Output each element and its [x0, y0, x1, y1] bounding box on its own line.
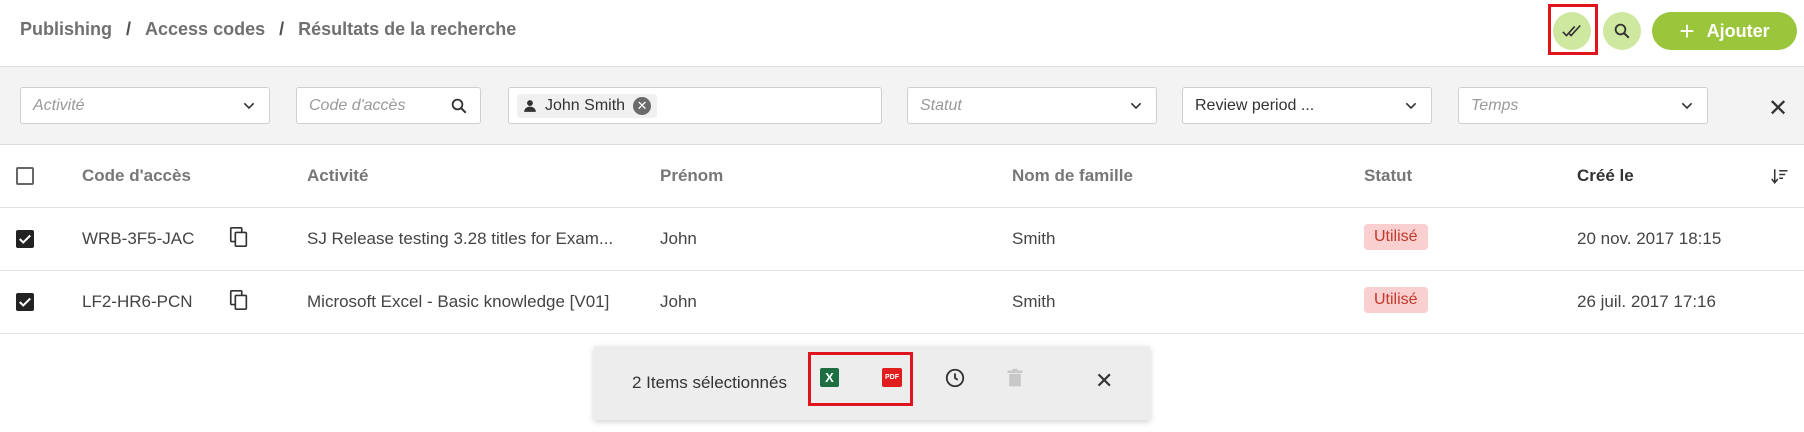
copy-icon[interactable]	[228, 226, 250, 248]
cell-created: 20 nov. 2017 18:15	[1577, 229, 1722, 248]
code-filter-placeholder: Code d'accès	[309, 96, 406, 114]
cell-first-name: John	[660, 229, 697, 248]
chevron-down-icon	[1130, 102, 1142, 109]
person-icon	[524, 99, 536, 112]
close-filters-icon[interactable]: ✕	[1768, 94, 1788, 123]
breadcrumb-separator: /	[126, 19, 132, 39]
chevron-down-icon	[1405, 102, 1417, 109]
highlight-box	[1548, 4, 1598, 55]
table-row[interactable]: WRB-3F5-JAC SJ Release testing 3.28 titl…	[0, 208, 1804, 271]
check-icon	[19, 297, 31, 307]
review-period-filter[interactable]: Review period ...	[1182, 87, 1432, 124]
add-button[interactable]: + Ajouter	[1652, 12, 1797, 50]
code-filter[interactable]: Code d'accès	[296, 87, 481, 124]
selection-action-bar: 2 Items sélectionnés X PDF ✕	[594, 346, 1150, 420]
check-icon	[19, 234, 31, 244]
cell-code: LF2-HR6-PCN	[82, 292, 193, 311]
cell-code: WRB-3F5-JAC	[82, 229, 195, 248]
status-badge: Utilisé	[1364, 224, 1428, 250]
review-period-value: Review period ...	[1195, 96, 1315, 114]
selection-count: 2 Items sélectionnés	[632, 373, 787, 392]
cell-activity: Microsoft Excel - Basic knowledge [V01]	[307, 292, 610, 311]
cell-activity: SJ Release testing 3.28 titles for Exam.…	[307, 229, 614, 248]
column-first-name[interactable]: Prénom	[660, 166, 723, 186]
breadcrumb-current: Résultats de la recherche	[298, 19, 517, 39]
search-icon	[451, 98, 467, 113]
close-selection-icon[interactable]: ✕	[1095, 368, 1113, 394]
filter-bar: Activité Code d'accès John Smith ✕ Statu…	[0, 67, 1804, 145]
status-filter[interactable]: Statut	[907, 87, 1157, 124]
plus-icon: +	[1679, 16, 1695, 46]
person-filter[interactable]: John Smith ✕	[508, 87, 882, 124]
person-chip-label: John Smith	[545, 96, 626, 114]
time-filter-placeholder: Temps	[1471, 96, 1519, 114]
add-button-label: Ajouter	[1706, 20, 1770, 41]
remove-chip-icon[interactable]: ✕	[633, 96, 652, 115]
sort-descending-icon[interactable]	[1771, 167, 1789, 185]
row-checkbox[interactable]	[16, 230, 34, 248]
breadcrumb: Publishing / Access codes / Résultats de…	[20, 19, 516, 40]
chevron-down-icon	[243, 102, 255, 109]
search-button[interactable]	[1603, 12, 1641, 50]
activity-filter[interactable]: Activité	[20, 87, 270, 124]
time-filter[interactable]: Temps	[1458, 87, 1708, 124]
search-icon	[1614, 23, 1630, 39]
clock-icon[interactable]	[944, 367, 966, 389]
column-status[interactable]: Statut	[1364, 166, 1412, 186]
breadcrumb-separator: /	[279, 19, 285, 39]
column-last-name[interactable]: Nom de famille	[1012, 166, 1133, 186]
trash-icon	[1007, 368, 1023, 387]
cell-first-name: John	[660, 292, 697, 311]
breadcrumb-publishing[interactable]: Publishing	[20, 19, 112, 40]
export-pdf-icon[interactable]: PDF	[882, 368, 902, 387]
cell-created: 26 juil. 2017 17:16	[1577, 292, 1716, 311]
table-row[interactable]: LF2-HR6-PCN Microsoft Excel - Basic know…	[0, 271, 1804, 334]
row-checkbox[interactable]	[16, 293, 34, 311]
column-created[interactable]: Créé le	[1577, 166, 1634, 186]
select-all-checkbox[interactable]	[16, 167, 34, 185]
status-filter-placeholder: Statut	[920, 96, 962, 114]
person-chip[interactable]: John Smith ✕	[517, 93, 658, 118]
column-activity[interactable]: Activité	[307, 166, 368, 186]
cell-last-name: Smith	[1012, 292, 1056, 311]
page-header: Publishing / Access codes / Résultats de…	[0, 0, 1804, 67]
chevron-down-icon	[1681, 102, 1693, 109]
cell-last-name: Smith	[1012, 229, 1056, 248]
column-code[interactable]: Code d'accès	[82, 166, 191, 186]
status-badge: Utilisé	[1364, 287, 1428, 313]
export-excel-icon[interactable]: X	[820, 368, 839, 387]
breadcrumb-access-codes[interactable]: Access codes	[145, 19, 265, 40]
copy-icon[interactable]	[228, 289, 250, 311]
table-header: Code d'accès Activité Prénom Nom de fami…	[0, 145, 1804, 208]
activity-filter-placeholder: Activité	[33, 96, 85, 114]
